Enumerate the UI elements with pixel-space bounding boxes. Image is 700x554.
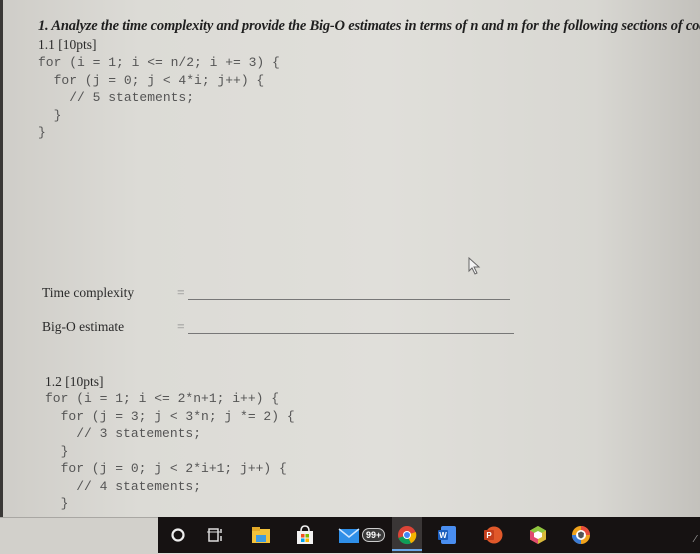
code-line: // 3 statements;: [45, 426, 202, 441]
code-line: // 5 statements;: [38, 90, 195, 105]
file-explorer-button[interactable]: [246, 523, 276, 547]
mail-button[interactable]: [334, 523, 364, 547]
code-line: // 4 statements;: [45, 478, 202, 494]
code-line: for (i = 1; i <= 2*n+1; i++) {: [45, 391, 280, 406]
section-1-1-label: 1.1 [10pts]: [38, 37, 97, 52]
code-line: for (j = 3; j < 3*n; j *= 2) {: [45, 408, 295, 424]
monitor-bezel: [0, 517, 158, 554]
section-1-1-code: for (i = 1; i <= n/2; i += 3) { for (j =…: [38, 54, 280, 142]
powerpoint-letter: P: [486, 531, 492, 540]
mail-icon: [338, 528, 360, 543]
equals-sign: =: [177, 285, 185, 300]
section-1-2-label: 1.2 [10pts]: [45, 374, 104, 389]
browser-shield-button[interactable]: [566, 523, 596, 547]
code-line: }: [38, 125, 46, 140]
section-1-2-code: for (i = 1; i <= 2*n+1; i++) { for (j = …: [45, 390, 295, 513]
code-line: }: [45, 443, 69, 459]
time-complexity-label: Time complexity: [42, 285, 135, 300]
system-tray-chevron-icon[interactable]: ⁄: [694, 534, 696, 545]
microsoft-powerpoint-button[interactable]: P: [478, 523, 508, 547]
app-cube-button[interactable]: [523, 523, 553, 547]
task-view-icon: [207, 528, 222, 542]
word-letter: W: [439, 531, 447, 540]
code-line: for (j = 0; j < 2*i+1; j++) {: [45, 461, 287, 476]
powerpoint-icon: P: [484, 526, 503, 544]
code-line: }: [38, 107, 62, 123]
big-o-label: Big-O estimate: [42, 319, 125, 334]
word-icon: W: [438, 526, 456, 544]
code-line: for (j = 0; j < 4*i; j++) {: [38, 72, 265, 88]
mouse-pointer-icon: [468, 257, 481, 275]
time-complexity-answer-blank[interactable]: [188, 299, 510, 300]
document-page: 1. Analyze the time complexity and provi…: [0, 0, 700, 517]
chrome-icon: [398, 526, 417, 545]
google-chrome-button[interactable]: [392, 517, 422, 553]
equals-sign: =: [177, 319, 185, 334]
question-heading: 1. Analyze the time complexity and provi…: [38, 18, 700, 34]
mail-unread-badge: 99+: [362, 528, 386, 542]
task-view-button[interactable]: [201, 523, 231, 547]
cube-icon: [530, 526, 546, 544]
folder-icon: [252, 527, 270, 543]
big-o-answer-blank[interactable]: [188, 333, 514, 334]
code-line: for (i = 1; i <= n/2; i += 3) {: [38, 55, 280, 70]
microsoft-store-button[interactable]: [290, 523, 320, 547]
shield-browser-icon: [572, 526, 590, 544]
circle-icon: [171, 528, 185, 542]
cortana-search-button[interactable]: [163, 523, 193, 547]
microsoft-word-button[interactable]: W: [432, 523, 462, 547]
store-bag-icon: [297, 525, 313, 544]
windows-taskbar: W P: [158, 517, 700, 553]
code-line: }: [45, 496, 69, 511]
